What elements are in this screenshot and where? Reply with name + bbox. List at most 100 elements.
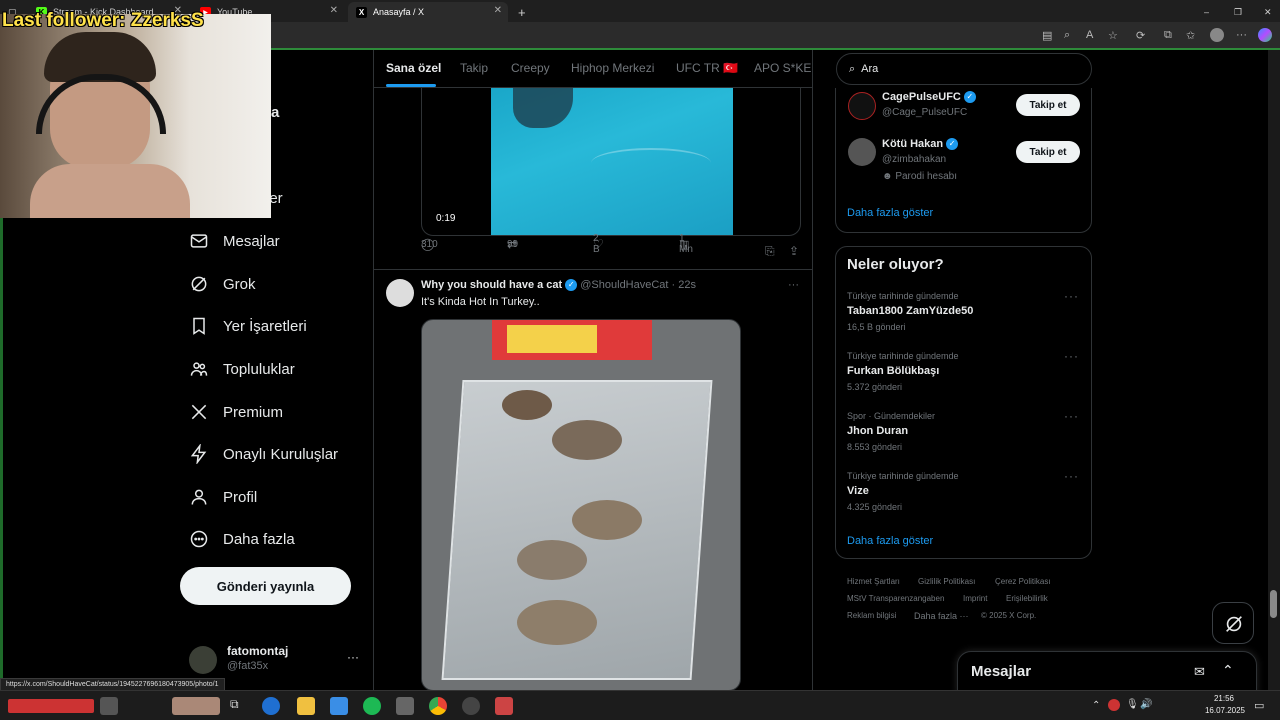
close-tab-icon[interactable]: ✕ (494, 5, 502, 16)
tab-x-home[interactable]: X Anasayfa / X ✕ (348, 2, 508, 22)
share-icon[interactable]: ⇪ (789, 244, 799, 258)
minimize-button[interactable]: – (1196, 2, 1209, 22)
footer-accessibility-link[interactable]: Erişilebilirlik (1006, 594, 1048, 603)
edge-browser-icon[interactable] (262, 697, 280, 715)
clock-time[interactable]: 21:56 (1209, 694, 1239, 703)
tab-following[interactable]: Takip (460, 61, 488, 75)
nav-messages[interactable]: Mesajlar (189, 226, 280, 256)
restore-button[interactable]: ❐ (1226, 2, 1242, 22)
tab-for-you[interactable]: Sana özel (386, 61, 441, 75)
tweet-author-handle[interactable]: @ShouldHaveCat (580, 279, 668, 291)
search-icon: ⌕ (849, 62, 856, 75)
tweet-photo[interactable] (421, 319, 741, 690)
bookmark-tweet-icon[interactable]: ⎘ (765, 244, 775, 259)
mail-app-icon[interactable] (330, 697, 348, 715)
tab-creepy[interactable]: Creepy (511, 61, 550, 75)
trend-more-icon[interactable]: ··· (1064, 469, 1079, 483)
app-icon[interactable] (100, 697, 118, 715)
zoom-icon[interactable]: ⌕ (1064, 29, 1070, 42)
file-explorer-icon[interactable] (297, 697, 315, 715)
trend-name[interactable]: Furkan Bölükbaşı (847, 365, 939, 377)
account-switcher[interactable]: fatomontaj @fat35x ··· (187, 640, 367, 680)
trend-context: Türkiye tarihinde gündemde (847, 471, 959, 481)
avatar[interactable] (848, 92, 876, 120)
trend-context: Türkiye tarihinde gündemde (847, 291, 959, 301)
new-tab-button[interactable]: + (510, 2, 530, 22)
search-input[interactable]: ⌕ Ara (836, 53, 1092, 85)
tab-hiphop[interactable]: Hiphop Merkezi (571, 61, 654, 75)
follow-handle: @Cage_PulseUFC (882, 107, 968, 118)
grok-floating-button[interactable] (1212, 602, 1254, 644)
nav-profile[interactable]: Profil (189, 482, 257, 512)
reading-view-icon[interactable]: ▤ (1042, 29, 1052, 42)
account-more-icon[interactable]: ··· (347, 650, 359, 664)
nav-premium[interactable]: Premium (189, 397, 283, 427)
nav-more[interactable]: Daha fazla (189, 524, 295, 554)
nav-bookmarks[interactable]: Yer İşaretleri (189, 311, 307, 341)
profile-avatar-icon[interactable] (1210, 28, 1224, 42)
tweet-more-icon[interactable]: ··· (788, 279, 799, 291)
tab-apo[interactable]: APO S*KEN (754, 61, 812, 75)
tweet-avatar[interactable] (386, 279, 414, 307)
tray-app-icon[interactable] (1108, 699, 1120, 711)
calculator-icon[interactable] (396, 697, 414, 715)
tab-ufc-tr[interactable]: UFC TR 🇹🇷 (676, 61, 738, 75)
footer-mstv-link[interactable]: MStV Transparenzangaben (847, 594, 944, 603)
footer-cookie-link[interactable]: Çerez Politikası (995, 577, 1051, 586)
spotify-icon[interactable] (363, 697, 381, 715)
footer-privacy-link[interactable]: Gizlilik Politikası (918, 577, 975, 586)
app-icon[interactable] (495, 697, 513, 715)
trend-name[interactable]: Vize (847, 485, 869, 497)
trend-name[interactable]: Jhon Duran (847, 425, 908, 437)
page-scrollbar-thumb[interactable] (1270, 590, 1277, 618)
tweet-time[interactable]: 22s (678, 279, 696, 291)
show-more-link[interactable]: Daha fazla göster (847, 207, 933, 219)
search-widget[interactable] (172, 697, 220, 715)
post-button[interactable]: Gönderi yayınla (180, 567, 351, 605)
follow-name[interactable]: Kötü Hakan ✓ (882, 138, 959, 151)
footer-imprint-link[interactable]: Imprint (963, 594, 987, 603)
clock-date[interactable]: 16.07.2025 (1203, 706, 1247, 715)
more-menu-icon[interactable]: ··· (1236, 29, 1247, 41)
cat-shape (502, 390, 552, 420)
read-aloud-icon[interactable]: A (1086, 29, 1093, 41)
copilot-icon[interactable] (1258, 28, 1272, 42)
close-window-button[interactable]: ✕ (1256, 2, 1272, 22)
extensions-icon[interactable]: ⟳ (1136, 29, 1145, 42)
tray-chevron-icon[interactable]: ⌃ (1092, 700, 1100, 711)
footer-more-link[interactable]: Daha fazla ··· (914, 611, 969, 621)
new-message-icon[interactable]: ✉ (1194, 664, 1205, 680)
trend-more-icon[interactable]: ··· (1064, 349, 1079, 363)
favorite-star-icon[interactable]: ☆ (1108, 29, 1118, 42)
expand-chevron-icon[interactable]: ⌃ (1222, 662, 1234, 679)
show-more-link[interactable]: Daha fazla göster (847, 535, 933, 547)
chrome-icon[interactable] (429, 697, 447, 715)
tweet-author-name[interactable]: Why you should have a cat (421, 279, 562, 291)
split-screen-icon[interactable]: ⧉ (1164, 29, 1172, 42)
avatar[interactable] (848, 138, 876, 166)
nav-grok[interactable]: Grok (189, 269, 256, 299)
nav-verified-orgs[interactable]: Onaylı Kuruluşlar (189, 439, 338, 469)
favorites-icon[interactable]: ✩ (1186, 29, 1195, 42)
follow-button[interactable]: Takip et (1016, 94, 1080, 116)
trend-more-icon[interactable]: ··· (1064, 409, 1079, 423)
video-player[interactable]: 0:19 (421, 88, 801, 236)
messages-drawer[interactable]: Mesajlar ✉ ⌃ (957, 651, 1257, 695)
trend-name[interactable]: Taban1800 ZamYüzde50 (847, 305, 973, 317)
microphone-icon[interactable]: 🎙 (1126, 699, 1139, 710)
active-tab-indicator (386, 84, 436, 87)
follow-button[interactable]: Takip et (1016, 141, 1080, 163)
close-tab-icon[interactable]: ✕ (330, 5, 338, 16)
follow-name[interactable]: CagePulseUFC ✓ (882, 91, 976, 104)
mail-icon (190, 234, 208, 248)
account-handle: @fat35x (227, 660, 269, 672)
notification-icon[interactable]: ▭ (1254, 699, 1264, 712)
volume-icon[interactable]: 🔊 (1140, 699, 1152, 710)
nav-communities[interactable]: Topluluklar (189, 354, 295, 384)
trend-more-icon[interactable]: ··· (1064, 289, 1079, 303)
task-view-icon[interactable]: ⧉ (230, 697, 248, 715)
video-frame-pool (491, 88, 733, 235)
obs-icon[interactable] (462, 697, 480, 715)
footer-terms-link[interactable]: Hizmet Şartları (847, 577, 900, 586)
footer-ads-link[interactable]: Reklam bilgisi (847, 611, 896, 620)
